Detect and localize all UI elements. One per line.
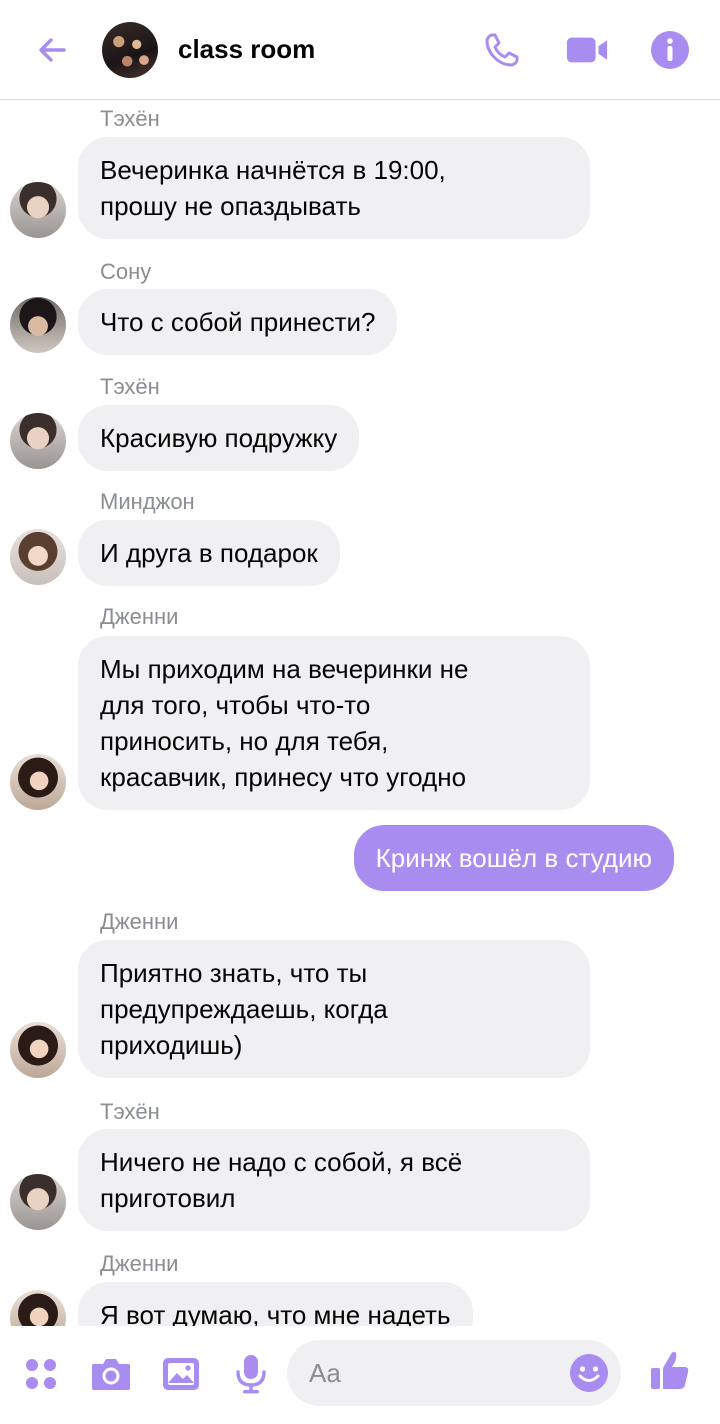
message-line: приготовил: [100, 1183, 236, 1213]
message-input[interactable]: [309, 1340, 559, 1406]
emoji-icon[interactable]: [567, 1351, 611, 1395]
message-line: Приятно знать, что ты: [100, 958, 368, 988]
message-bubble[interactable]: И друга в подарок: [78, 520, 340, 586]
voice-button[interactable]: [229, 1352, 273, 1396]
arrow-left-icon: [39, 38, 66, 62]
sender-name: Дженни: [100, 1251, 179, 1276]
thumbs-up-icon: [651, 1351, 689, 1389]
avatar[interactable]: [10, 297, 66, 353]
message-line: приносить, но для тебя,: [100, 726, 389, 756]
composer-bar: [0, 1326, 720, 1424]
back-button[interactable]: [30, 28, 74, 72]
more-actions-button[interactable]: [19, 1352, 63, 1396]
camera-icon: [92, 1359, 130, 1390]
phone-icon: [485, 33, 519, 67]
message-composer[interactable]: [287, 1340, 621, 1406]
message-line: для того, чтобы что-то: [100, 690, 371, 720]
message-bubble[interactable]: Приятно знать, что ты предупреждаешь, ко…: [78, 940, 590, 1078]
message-bubble[interactable]: Мы приходим на вечеринки не для того, чт…: [78, 636, 590, 810]
image-icon: [163, 1358, 199, 1390]
gallery-button[interactable]: [159, 1352, 203, 1396]
avatar[interactable]: [10, 1174, 66, 1230]
message-line: прошу не опаздывать: [100, 191, 361, 221]
chat-header: class room: [0, 0, 720, 100]
message-line: Красивую подружку: [100, 423, 338, 453]
message-line: И друга в подарок: [100, 538, 318, 568]
avatar[interactable]: [10, 529, 66, 585]
microphone-icon: [236, 1355, 266, 1394]
sender-name: Тэхён: [100, 374, 160, 399]
sender-name: Тэхён: [100, 1099, 160, 1124]
message-line: Вечеринка начнётся в 19:00,: [100, 155, 446, 185]
menu-dots-icon: [26, 1359, 56, 1389]
message-line: Мы приходим на вечеринки не: [100, 654, 469, 684]
avatar[interactable]: [10, 754, 66, 810]
message-line: Что с собой принести?: [100, 307, 376, 337]
sender-name: Сону: [100, 259, 152, 284]
message-line: предупреждаешь, когда: [100, 994, 388, 1024]
message-line: красавчик, принесу что угодно: [100, 762, 467, 792]
sender-name: Дженни: [100, 604, 179, 629]
info-button[interactable]: [648, 28, 692, 72]
outgoing-message-bubble[interactable]: Кринж вошёл в студию: [353, 825, 674, 891]
message-line: Кринж вошёл в студию: [375, 843, 652, 873]
camera-button[interactable]: [89, 1352, 133, 1396]
sender-name: Дженни: [100, 909, 179, 934]
message-line: приходишь): [100, 1030, 243, 1060]
message-bubble[interactable]: Что с собой принести?: [78, 289, 398, 355]
avatar[interactable]: [10, 1022, 66, 1078]
like-button[interactable]: [648, 1348, 692, 1392]
message-bubble[interactable]: Вечеринка начнётся в 19:00, прошу не опа…: [78, 137, 590, 239]
message-bubble[interactable]: Ничего не надо с собой, я всё приготовил: [78, 1129, 590, 1231]
message-bubble[interactable]: Красивую подружку: [78, 405, 360, 471]
avatar[interactable]: [10, 182, 66, 238]
avatar[interactable]: [10, 413, 66, 469]
call-button[interactable]: [480, 28, 524, 72]
video-camera-icon: [566, 37, 608, 63]
message-line: Ничего не надо с собой, я всё: [100, 1147, 463, 1177]
group-avatar[interactable]: [102, 22, 158, 78]
info-icon: [651, 31, 689, 69]
chat-title[interactable]: class room: [178, 34, 315, 65]
sender-name: Тэхён: [100, 106, 160, 131]
video-call-button[interactable]: [565, 28, 609, 72]
sender-name: Минджон: [100, 489, 195, 514]
